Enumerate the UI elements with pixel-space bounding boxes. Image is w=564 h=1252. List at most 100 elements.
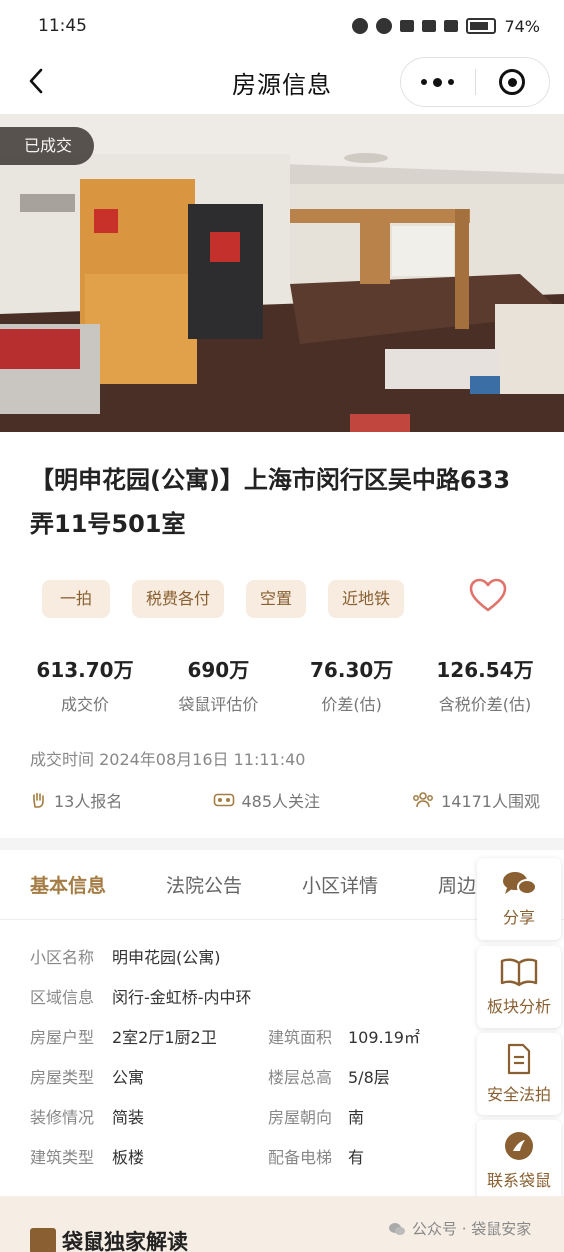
metric-signups-text: 13人报名 [54,792,123,811]
tag-auction-round: 一拍 [42,580,111,618]
battery-icon [466,18,497,34]
status-time: 11:45 [38,16,87,36]
info-value: 简装 [112,1108,145,1127]
metric-followers: 485人关注 [213,788,320,812]
watermark: 公众号 · 袋鼠安家 [388,1218,531,1239]
stat-appraisal: 690万 袋鼠评估价 [153,654,283,715]
share-label: 分享 [502,908,535,927]
tag-vacant: 空置 [246,580,307,618]
info-row: 小区名称 明申花园(公寓) [30,940,470,980]
metric-viewers-text: 14171人围观 [441,792,540,811]
chat-bubbles-icon [503,872,537,895]
tab-community-details[interactable]: 小区详情 [302,871,378,898]
people-group-icon [413,792,434,808]
status-bar: 11:45 74% [0,0,564,52]
info-label: 房屋朝向 [268,1108,333,1127]
info-value: 2室2厅1厨2卫 [112,1028,217,1047]
stat-deal-price: 613.70万 成交价 [20,654,150,715]
info-value: 明申花园(公寓) [112,948,221,967]
wifi-icon [400,20,415,32]
share-button[interactable]: 分享 [477,858,561,940]
mini-program-capsule [400,57,550,107]
raised-hand-icon [33,792,44,808]
basic-info-list: 小区名称 明申花园(公寓) 区域信息 闵行-金虹桥-内中环 房屋户型 2室2厅1… [30,940,470,1180]
more-options-button[interactable] [401,58,475,106]
nav-bar: 房源信息 [0,52,564,112]
tab-court-notice[interactable]: 法院公告 [166,871,242,898]
exclusive-title: 袋鼠独家解读 [62,1230,188,1252]
info-value: 板楼 [112,1148,145,1167]
signal-5g-icon [422,20,437,32]
more-dot-icon [421,79,428,85]
alarm-icon [352,18,369,34]
contact-button[interactable]: 联系袋鼠 [477,1120,561,1202]
stat-price-gap: 76.30万 价差(估) [287,654,417,715]
sector-analysis-label: 板块分析 [486,997,551,1016]
metric-viewers: 14171人围观 [411,788,540,812]
engagement-metrics: 13人报名 485人关注 14171人围观 [30,788,540,812]
tab-nearby[interactable]: 周边 [438,871,476,898]
section-divider [0,838,564,850]
deal-time: 成交时间 2024年08月16日 11:11:40 [30,750,306,769]
stat-price-gap-with-tax: 126.54万 含税价差(估) [420,654,550,715]
info-label: 装修情况 [30,1108,95,1127]
metric-signups: 13人报名 [30,788,122,812]
contact-label: 联系袋鼠 [486,1171,551,1190]
info-label: 小区名称 [30,948,95,967]
safe-auction-button[interactable]: 安全法拍 [477,1033,561,1115]
exclusive-header: 袋鼠独家解读 [30,1226,188,1252]
stat-label: 成交价 [60,695,109,714]
info-row: 房屋户型 2室2厅1厨2卫 建筑面积 109.19㎡ [30,1020,470,1060]
close-mini-program-button[interactable] [476,58,550,106]
info-label: 配备电梯 [268,1148,333,1167]
stat-value: 126.54万 [436,658,534,682]
more-dot-icon [433,77,443,87]
info-value: 109.19㎡ [348,1028,420,1047]
document-icon [507,1043,531,1075]
stat-label: 袋鼠评估价 [178,695,259,714]
location-icon [376,18,393,34]
info-label: 房屋户型 [30,1028,95,1047]
info-label: 区域信息 [30,988,95,1007]
info-label: 建筑面积 [268,1028,333,1047]
brand-logo-icon [30,1228,56,1252]
stat-label: 价差(估) [321,695,382,714]
info-label: 楼层总高 [268,1068,333,1087]
battery-level: 74% [504,16,540,36]
kangaroo-logo-icon [505,1132,533,1160]
favorite-heart-icon[interactable] [468,576,508,616]
info-value: 有 [348,1148,365,1167]
watermark-text: 公众号 · 袋鼠安家 [412,1220,532,1238]
info-value: 公寓 [112,1068,145,1087]
info-row: 区域信息 闵行-金虹桥-内中环 [30,980,470,1020]
info-row: 建筑类型 板楼 配备电梯 有 [30,1140,470,1180]
info-label: 建筑类型 [30,1148,95,1167]
info-row: 房屋类型 公寓 楼层总高 5/8层 [30,1060,470,1100]
stat-value: 613.70万 [36,658,134,682]
safe-auction-label: 安全法拍 [486,1085,551,1104]
property-photo[interactable]: 已成交 [0,114,564,432]
feature-tags: 一拍 税费各付 空置 近地铁 [42,580,405,618]
metric-followers-text: 485人关注 [241,792,320,811]
sector-analysis-button[interactable]: 板块分析 [477,946,561,1028]
back-arrow-icon[interactable] [22,66,52,96]
price-stats: 613.70万 成交价 690万 袋鼠评估价 76.30万 价差(估) 126.… [20,654,550,715]
more-dot-icon [448,79,455,85]
info-row: 装修情况 简装 房屋朝向 南 [30,1100,470,1140]
open-book-icon [500,958,538,987]
tag-near-metro: 近地铁 [328,580,405,618]
status-icons: 74% [352,17,540,36]
stat-value: 76.30万 [310,658,394,682]
info-value: 5/8层 [348,1068,390,1087]
info-value: 南 [348,1108,365,1127]
page-title: 房源信息 [232,70,332,99]
stat-label: 含税价差(估) [438,695,532,714]
sold-status-badge: 已成交 [0,127,95,165]
tab-basic-info[interactable]: 基本信息 [30,871,106,898]
signal-4g-icon [444,20,459,32]
wechat-icon [389,1222,405,1235]
stat-value: 690万 [187,658,250,682]
info-value: 闵行-金虹桥-内中环 [112,988,252,1007]
listing-title: 【明申花园(公寓)】上海市闵行区吴中路633弄11号501室 [30,466,511,538]
target-icon [499,69,526,95]
